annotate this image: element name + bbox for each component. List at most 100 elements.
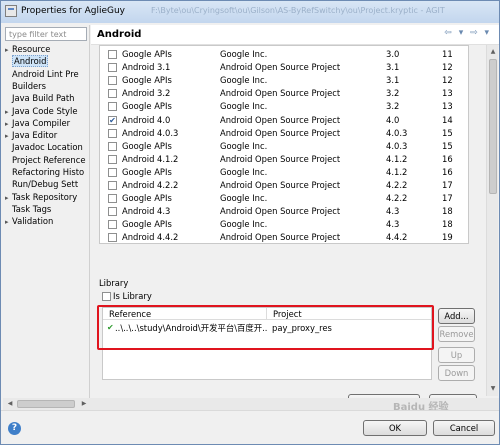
tree-item-label: Project Reference	[12, 154, 86, 165]
filter-input[interactable]	[5, 27, 87, 41]
build-target-name: Android 4.0	[122, 114, 171, 125]
build-target-name: Google APIs	[122, 49, 172, 59]
up-button[interactable]: Up	[438, 347, 475, 363]
build-target-name: Android 3.1	[122, 62, 171, 73]
build-target-api: 15	[442, 127, 453, 138]
build-target-checkbox[interactable]	[108, 194, 117, 204]
scroll-thumb[interactable]	[489, 59, 497, 194]
remove-button[interactable]: Remove	[438, 326, 475, 342]
build-target-name: Android 4.2.2	[122, 180, 179, 190]
expand-arrow-icon[interactable]: ▸	[5, 44, 12, 55]
tree-item[interactable]: Android Lint Pre	[1, 68, 87, 80]
build-target-row[interactable]: Google APIs Google Inc. 3.2 13	[100, 100, 468, 113]
build-target-row[interactable]: Android 4.2.2 Android Open Source Project…	[100, 179, 468, 192]
build-target-vendor: Android Open Source Project	[220, 114, 341, 125]
build-target-api: 13	[442, 88, 453, 99]
tree-item[interactable]: ▸ Task Repository	[1, 191, 87, 203]
expand-arrow-icon[interactable]: ▸	[5, 130, 12, 141]
scroll-up-icon[interactable]: ▲	[488, 47, 498, 57]
tree-item-label: Task Repository	[12, 191, 78, 202]
build-target-row[interactable]: Android 4.1.2 Android Open Source Project…	[100, 153, 468, 166]
build-target-row[interactable]: Google APIs Google Inc. 4.1.2 16	[100, 166, 468, 179]
build-target-vendor: Android Open Source Project	[220, 127, 341, 138]
expand-arrow-icon[interactable]: ▸	[5, 216, 12, 227]
tree-item[interactable]: ▸ Validation	[1, 215, 87, 227]
tree-item-label: Validation	[12, 216, 54, 227]
scroll-right-icon[interactable]: ▶	[79, 399, 89, 409]
build-target-checkbox[interactable]	[108, 89, 117, 99]
is-library-checkbox[interactable]	[102, 292, 111, 301]
build-target-vendor: Google Inc.	[220, 75, 268, 86]
tree-item[interactable]: Builders	[1, 80, 87, 92]
build-target-platform: 4.4.2	[386, 232, 408, 243]
build-target-row[interactable]: ✔ Android 4.0 Android Open Source Project 4…	[100, 114, 468, 127]
tree-item[interactable]: ▸ Java Compiler	[1, 117, 87, 129]
hscroll-thumb[interactable]	[17, 400, 75, 408]
window-title-ghost: F:\Byte\ou\Cryingsoft\ou\Gilson\AS-ByRef…	[151, 6, 445, 15]
tree-item[interactable]: Project Reference	[1, 154, 87, 166]
build-target-checkbox[interactable]	[108, 141, 117, 151]
build-target-checkbox[interactable]	[108, 76, 117, 86]
expand-arrow-icon[interactable]: ▸	[5, 192, 12, 203]
tree-item-label: Java Code Style	[12, 105, 78, 116]
down-button[interactable]: Down	[438, 365, 475, 381]
build-target-row[interactable]: Android 4.0.3 Android Open Source Project…	[100, 127, 468, 140]
tree-item[interactable]: Android	[1, 55, 87, 68]
expand-arrow-icon[interactable]: ▸	[5, 118, 12, 129]
build-target-platform: 4.0	[386, 114, 400, 125]
build-target-row[interactable]: Android 3.1 Android Open Source Project 3.…	[100, 61, 468, 74]
tree-item[interactable]: ▸ Java Code Style	[1, 105, 87, 117]
build-target-checkbox[interactable]	[108, 181, 117, 190]
build-target-row[interactable]: Google APIs Google Inc. 4.2.2 17	[100, 192, 468, 205]
build-target-api: 14	[442, 114, 453, 125]
build-target-list: Google APIs Google Inc. 3.0 11 Android 3.1 An…	[99, 45, 469, 244]
vertical-scrollbar[interactable]: ▲ ▼	[486, 45, 498, 396]
build-target-checkbox[interactable]	[108, 167, 117, 177]
build-target-row[interactable]: Android 3.2 Android Open Source Project 3.…	[100, 87, 468, 100]
build-target-vendor: Android Open Source Project	[220, 153, 341, 164]
tree-item[interactable]: Javadoc Location	[1, 141, 87, 153]
tree-item[interactable]: ▸ Java Editor	[1, 129, 87, 141]
build-target-checkbox[interactable]	[108, 207, 117, 217]
properties-dialog: Properties for AglieGuy F:\Byte\ou\Cryin…	[0, 0, 500, 445]
pane-splitter[interactable]	[89, 25, 91, 401]
build-target-row[interactable]: Android 4.4.2 Android Open Source Project…	[100, 231, 468, 243]
build-target-checkbox[interactable]: ✔	[108, 115, 117, 125]
title-bar[interactable]: Properties for AglieGuy F:\Byte\ou\Cryin…	[1, 1, 499, 23]
tree-item[interactable]: Refactoring Histo	[1, 166, 87, 178]
help-icon[interactable]: ?	[8, 422, 21, 435]
tree-item[interactable]: Java Build Path	[1, 92, 87, 104]
build-target-platform: 4.1.2	[386, 166, 408, 177]
tree-item-label: Java Build Path	[12, 93, 75, 104]
build-target-api: 13	[442, 101, 453, 112]
cancel-button[interactable]: Cancel	[433, 420, 495, 436]
ok-button[interactable]: OK	[363, 420, 427, 436]
build-target-name: Android 4.3	[122, 206, 171, 217]
build-target-checkbox[interactable]	[108, 220, 117, 230]
scroll-left-icon[interactable]: ◀	[5, 399, 15, 409]
tree-item[interactable]: Run/Debug Sett	[1, 178, 87, 190]
build-target-row[interactable]: Google APIs Google Inc. 3.1 12	[100, 74, 468, 87]
page-nav-icons[interactable]: ⇦ ▾ ⇨ ▾	[444, 28, 491, 38]
build-target-vendor: Google Inc.	[220, 219, 268, 230]
build-target-checkbox[interactable]	[108, 154, 117, 164]
build-target-checkbox[interactable]	[108, 102, 117, 112]
build-target-row[interactable]: Google APIs Google Inc. 4.0.3 15	[100, 140, 468, 153]
build-target-platform: 4.0.3	[386, 127, 408, 138]
expand-arrow-icon[interactable]: ▸	[5, 106, 12, 117]
build-target-checkbox[interactable]	[108, 50, 117, 59]
build-target-name: Google APIs	[122, 219, 172, 230]
tree-item-label: Run/Debug Sett	[12, 179, 79, 190]
build-target-row[interactable]: Google APIs Google Inc. 3.0 11	[100, 48, 468, 61]
scroll-down-icon[interactable]: ▼	[488, 384, 498, 394]
build-target-checkbox[interactable]	[108, 128, 117, 138]
build-target-vendor: Android Open Source Project	[220, 232, 341, 243]
build-target-row[interactable]: Google APIs Google Inc. 4.3 18	[100, 218, 468, 231]
build-target-platform: 3.2	[386, 101, 400, 112]
tree-item[interactable]: ▸ Resource	[1, 43, 87, 55]
build-target-checkbox[interactable]	[108, 63, 117, 73]
build-target-checkbox[interactable]	[108, 233, 117, 243]
add-button[interactable]: Add...	[438, 308, 475, 324]
tree-item[interactable]: Task Tags	[1, 203, 87, 215]
build-target-row[interactable]: Android 4.3 Android Open Source Project 4.…	[100, 205, 468, 218]
